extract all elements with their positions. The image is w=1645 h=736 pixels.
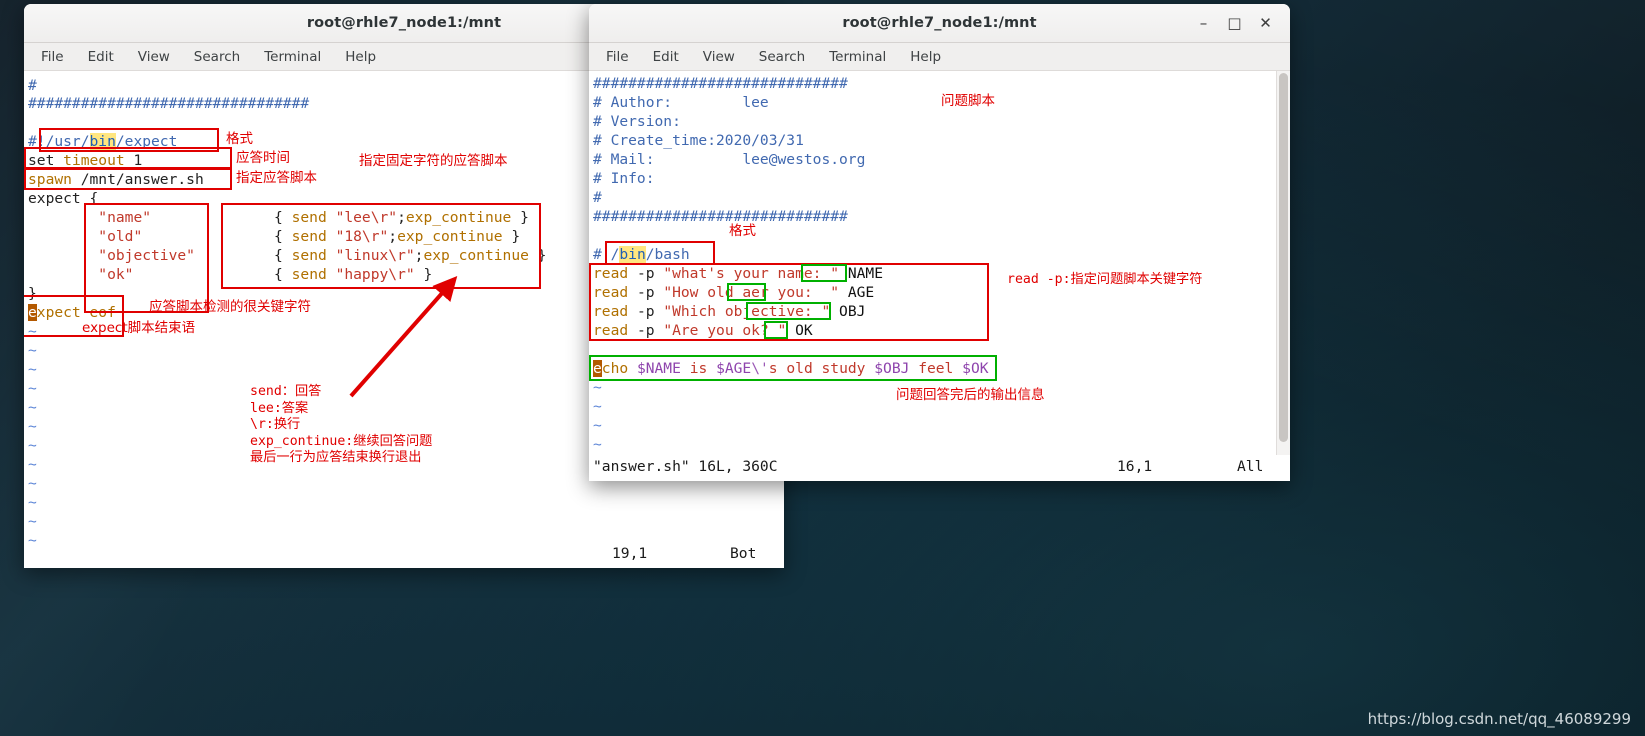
code-line-info: # Info: [593,170,655,187]
menubar-answer[interactable]: File Edit View Search Terminal Help [589,43,1290,71]
tilde-filler: ~ [28,475,37,492]
annotation-format-bash: 格式 [729,223,756,239]
code-line-createtime: # Create_time:2020/03/31 [593,132,804,149]
tilde-filler: ~ [28,532,37,542]
code-line-case-old: "old" { send "18\r";exp_continue } [98,228,521,245]
menu-edit[interactable]: Edit [646,47,686,67]
code-line-shebang-bash: # /bin/bash [593,246,690,263]
code-line-mail: # Mail: lee@westos.org [593,151,866,168]
annotation-answer-time: 应答时间 [236,150,290,166]
menu-help[interactable]: Help [338,47,383,67]
window-title: root@rhle7_node1:/mnt [306,15,502,31]
menu-terminal[interactable]: Terminal [257,47,328,67]
menu-search[interactable]: Search [752,47,812,67]
watermark-url: https://blog.csdn.net/qq_46089299 [1367,710,1631,728]
scroll-indicator: All [1237,458,1264,475]
tilde-filler: ~ [593,417,602,434]
code-line: ############################# [593,75,848,92]
code-line-case-ok: "ok" { send "happy\r" } [98,266,433,283]
tilde-filler: ~ [28,513,37,530]
tilde-filler: ~ [28,494,37,511]
code-line: # [593,189,602,206]
tilde-filler: ~ [28,323,37,340]
tilde-filler: ~ [28,399,37,416]
code-line-read-name: read -p "what's your name: " NAME [593,265,883,282]
annotation-specify-script: 指定应答脚本 [236,170,317,186]
annotation-expect-end: expect脚本结束语 [82,320,196,336]
menu-file[interactable]: File [34,47,71,67]
close-icon[interactable]: ✕ [1257,15,1274,32]
menu-search[interactable]: Search [187,47,247,67]
code-line-version: # Version: [593,113,681,130]
cursor-position: 19,1 [612,545,648,562]
code-line-read-age: read -p "How old aer you: " AGE [593,284,875,301]
tilde-filler: ~ [28,418,37,435]
tilde-filler: ~ [28,380,37,397]
scroll-indicator: Bot [730,545,757,562]
annotation-format: 格式 [226,131,253,147]
annotation-output-info: 问题回答完后的输出信息 [896,387,1045,403]
code-line-shebang: #!/usr/bin/expect [28,133,178,150]
window-controls-answer[interactable]: – □ ✕ [1195,4,1282,42]
tilde-filler: ~ [28,437,37,454]
minimize-icon[interactable]: – [1195,15,1212,32]
menu-help[interactable]: Help [903,47,948,67]
tilde-filler: ~ [28,361,37,378]
cursor-position: 16,1 [1117,458,1153,475]
code-line-case-objective: "objective" { send "linux\r";exp_continu… [98,247,547,264]
annotation-fixed-chars: 指定固定字符的应答脚本 [359,153,508,169]
tilde-filler: ~ [28,456,37,473]
code-line-settimeout: set timeout 1 [28,152,143,169]
annotation-question-script: 问题脚本 [941,93,995,109]
menu-view[interactable]: View [131,47,177,67]
tilde-filler: ~ [28,342,37,359]
tilde-filler: ~ [593,436,602,453]
annotation-keywords: 应答脚本检测的很关键字符 [149,299,311,315]
code-line-read-ok: read -p "Are you ok? " OK [593,322,813,339]
code-line-case-name: "name" { send "lee\r";exp_continue } [98,209,529,226]
tilde-filler: ~ [593,398,602,415]
code-line-read-obj: read -p "Which objective: " OBJ [593,303,866,320]
menu-file[interactable]: File [599,47,636,67]
editor-area-answer[interactable]: ############################# # Author: … [589,71,1290,455]
editor-scrollbar[interactable] [1276,71,1290,455]
code-line: # [28,77,37,94]
statusbar-expect: 19,1 Bot [24,542,784,568]
code-line: ################################ [28,95,310,112]
code-line-author: # Author: lee [593,94,769,111]
maximize-icon[interactable]: □ [1226,15,1243,32]
scrollbar-thumb[interactable] [1279,73,1288,442]
code-line-spawn: spawn /mnt/answer.sh [28,171,204,188]
window-title: root@rhle7_node1:/mnt [842,15,1037,31]
menu-edit[interactable]: Edit [81,47,121,67]
code-line-expect-close: } [28,285,37,302]
menu-terminal[interactable]: Terminal [822,47,893,67]
annotation-read-p: read -p:指定问题脚本关键字符 [1007,272,1203,287]
code-line: ############################# [593,208,848,225]
terminal-window-answer[interactable]: root@rhle7_node1:/mnt – □ ✕ File Edit Vi… [589,4,1290,481]
file-info: "answer.sh" 16L, 360C [593,458,778,475]
tilde-filler: ~ [593,379,602,396]
titlebar-answer[interactable]: root@rhle7_node1:/mnt – □ ✕ [589,4,1290,43]
statusbar-answer: "answer.sh" 16L, 360C 16,1 All [589,455,1290,481]
menu-view[interactable]: View [696,47,742,67]
code-line-expect-open: expect { [28,190,99,207]
code-line-echo: echo $NAME is $AGE\'s old study $OBJ fee… [593,360,989,377]
annotation-send-explain: send：回答 lee:答案 \r:换行 exp_continue:继续回答问题… [250,384,433,465]
